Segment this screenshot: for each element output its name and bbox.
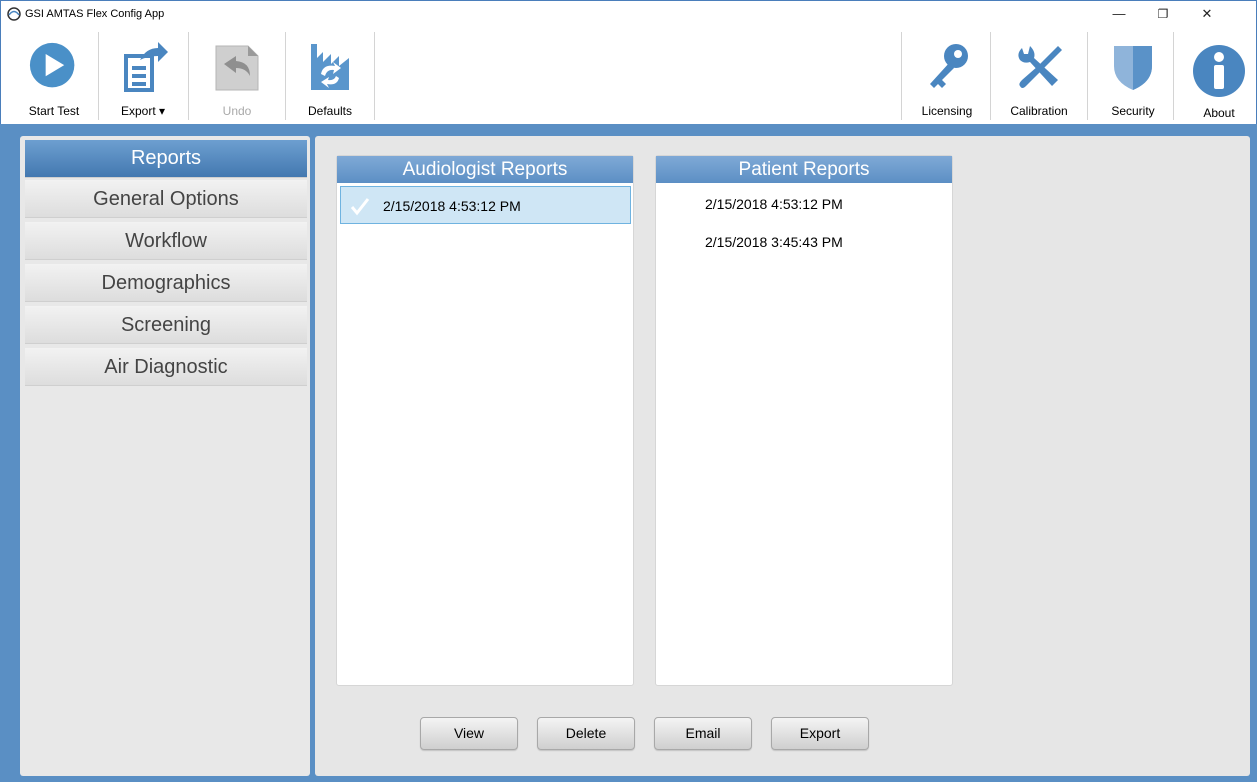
close-button[interactable]: ✕ xyxy=(1190,1,1224,27)
restore-button[interactable]: ❐ xyxy=(1146,1,1180,27)
email-button[interactable]: Email xyxy=(654,717,752,750)
licensing-button[interactable]: Licensing xyxy=(909,28,985,124)
sidebar-item-workflow[interactable]: Workflow xyxy=(25,222,307,260)
calibration-button[interactable]: Calibration xyxy=(997,28,1081,124)
undo-label: Undo xyxy=(222,104,252,118)
about-button[interactable]: About xyxy=(1181,28,1257,124)
app-logo-icon xyxy=(7,7,21,21)
calibration-label: Calibration xyxy=(1010,104,1068,118)
export-label: Export ▾ xyxy=(120,104,166,118)
start-test-button[interactable]: Start Test xyxy=(19,28,89,124)
sidebar-item-air-diagnostic[interactable]: Air Diagnostic xyxy=(25,348,307,386)
info-icon xyxy=(1193,45,1245,97)
tools-icon xyxy=(1018,46,1062,88)
sidebar: Reports General Options Workflow Demogra… xyxy=(20,136,310,776)
title-bar: GSI AMTAS Flex Config App — ❐ ✕ xyxy=(0,0,1257,28)
window-title: GSI AMTAS Flex Config App xyxy=(25,8,165,20)
sidebar-item-general-options[interactable]: General Options xyxy=(25,180,307,218)
toolbar-separator xyxy=(188,32,189,120)
audiologist-reports-header: Audiologist Reports xyxy=(337,156,633,183)
list-item[interactable]: 2/15/2018 3:45:43 PM xyxy=(659,224,950,262)
report-date: 2/15/2018 3:45:43 PM xyxy=(705,234,843,250)
defaults-label: Defaults xyxy=(307,104,353,118)
patient-reports-header: Patient Reports xyxy=(656,156,952,183)
toolbar-separator xyxy=(285,32,286,120)
list-item[interactable]: 2/15/2018 4:53:12 PM xyxy=(340,186,631,224)
content-panel: Audiologist Reports 2/15/2018 4:53:12 PM… xyxy=(315,136,1250,776)
sidebar-item-demographics[interactable]: Demographics xyxy=(25,264,307,302)
licensing-label: Licensing xyxy=(921,104,973,118)
view-button[interactable]: View xyxy=(420,717,518,750)
toolbar-separator xyxy=(1087,32,1088,120)
defaults-icon xyxy=(311,44,349,90)
patient-reports-list[interactable]: Patient Reports 2/15/2018 4:53:12 PM 2/1… xyxy=(655,155,953,686)
start-test-label: Start Test xyxy=(28,104,80,118)
report-date: 2/15/2018 4:53:12 PM xyxy=(705,196,843,212)
toolbar-separator xyxy=(901,32,902,120)
play-icon xyxy=(29,42,75,88)
minimize-button[interactable]: — xyxy=(1102,1,1136,27)
shield-icon xyxy=(1114,46,1152,90)
toolbar-separator xyxy=(98,32,99,120)
sidebar-item-screening[interactable]: Screening xyxy=(25,306,307,344)
toolbar-separator xyxy=(990,32,991,120)
audiologist-reports-list[interactable]: Audiologist Reports 2/15/2018 4:53:12 PM xyxy=(336,155,634,686)
toolbar: Start Test Export ▾ Undo Defaults Licens… xyxy=(0,28,1257,124)
about-label: About xyxy=(1203,106,1235,120)
report-date: 2/15/2018 4:53:12 PM xyxy=(383,198,521,214)
toolbar-separator xyxy=(1173,32,1174,120)
export-reports-button[interactable]: Export xyxy=(771,717,869,750)
main-frame: Reports General Options Workflow Demogra… xyxy=(0,124,1257,782)
export-button[interactable]: Export ▾ xyxy=(107,28,179,124)
undo-button[interactable]: Undo xyxy=(197,28,277,124)
undo-icon xyxy=(215,45,259,91)
checkmark-icon xyxy=(350,198,370,216)
list-item[interactable]: 2/15/2018 4:53:12 PM xyxy=(659,186,950,224)
defaults-button[interactable]: Defaults xyxy=(295,28,365,124)
export-icon xyxy=(124,42,168,92)
security-label: Security xyxy=(1111,104,1155,118)
toolbar-separator xyxy=(374,32,375,120)
key-icon xyxy=(930,44,968,88)
security-button[interactable]: Security xyxy=(1095,28,1171,124)
delete-button[interactable]: Delete xyxy=(537,717,635,750)
sidebar-item-reports[interactable]: Reports xyxy=(25,140,307,178)
